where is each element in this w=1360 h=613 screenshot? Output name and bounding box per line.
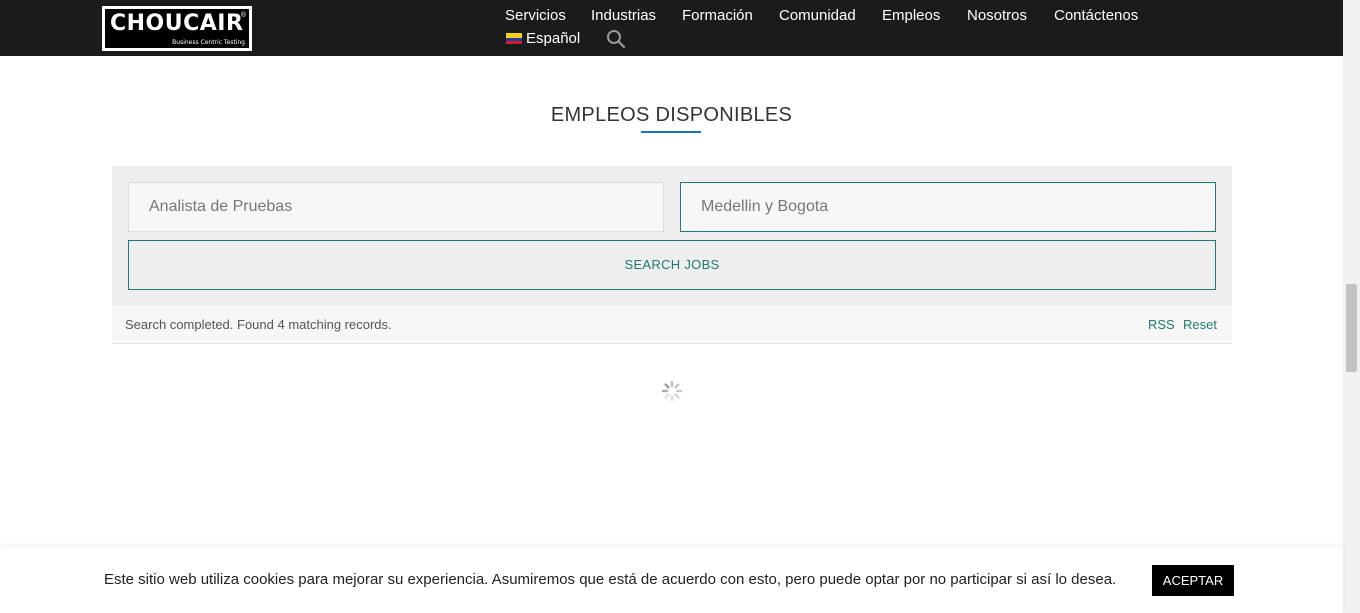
title-underline	[641, 131, 701, 133]
cookie-consent-text: Este sitio web utiliza cookies para mejo…	[104, 571, 1117, 588]
logo-background: CHOUCAIR ® Business Centric Testing	[105, 9, 249, 48]
scrollbar-thumb[interactable]	[1346, 284, 1357, 372]
nav-item-contactenos[interactable]: Contáctenos	[1054, 7, 1138, 24]
nav-item-nosotros[interactable]: Nosotros	[967, 7, 1027, 24]
keyword-input[interactable]: Analista de Pruebas	[128, 182, 664, 232]
page-scrollbar[interactable]	[1343, 0, 1360, 613]
spinner-icon	[661, 380, 683, 402]
logo-registered-mark: ®	[240, 12, 246, 19]
search-icon[interactable]	[606, 29, 626, 49]
nav-item-formacion[interactable]: Formación	[682, 7, 753, 24]
language-selector[interactable]: Español	[506, 30, 580, 47]
page-title: EMPLEOS DISPONIBLES	[550, 104, 793, 126]
logo-text: CHOUCAIR	[110, 11, 244, 36]
nav-item-industrias[interactable]: Industrias	[591, 7, 656, 24]
rss-link[interactable]: RSS	[1148, 317, 1175, 332]
search-status-text: Search completed. Found 4 matching recor…	[125, 317, 392, 332]
nav-item-servicios[interactable]: Servicios	[505, 7, 566, 24]
logo-tagline: Business Centric Testing	[172, 39, 245, 46]
nav-item-empleos[interactable]: Empleos	[882, 7, 940, 24]
accept-cookies-button[interactable]: ACEPTAR	[1152, 565, 1234, 596]
reset-link[interactable]: Reset	[1183, 317, 1217, 332]
choucair-logo[interactable]: CHOUCAIR ® Business Centric Testing	[102, 6, 252, 51]
nav-item-comunidad[interactable]: Comunidad	[779, 7, 856, 24]
location-input[interactable]: Medellin y Bogota	[680, 182, 1216, 232]
language-label: Español	[526, 30, 581, 47]
search-jobs-button[interactable]: SEARCH JOBS	[128, 240, 1216, 290]
colombia-flag-icon	[506, 33, 522, 44]
